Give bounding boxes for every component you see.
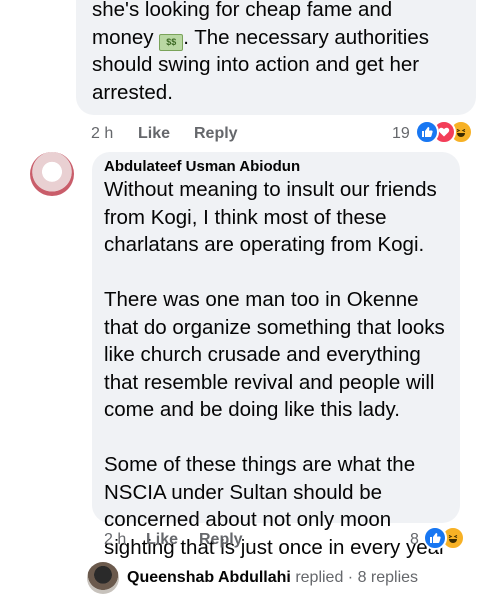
like-button[interactable]: Like: [146, 530, 178, 550]
comment-timestamp[interactable]: 2 h: [104, 530, 126, 550]
money-emoji-icon: $$: [159, 33, 184, 51]
comment-paragraph: Without meaning to insult our friends fr…: [104, 178, 437, 256]
like-button[interactable]: Like: [138, 124, 170, 144]
comment-paragraph: There was one man too in Okenne that do …: [104, 288, 445, 421]
reply-button[interactable]: Reply: [194, 124, 238, 144]
comment-text: she's looking for cheap fame and money $…: [92, 0, 466, 106]
comment-text-line: she's looking for cheap fame and: [92, 0, 393, 21]
view-replies-link[interactable]: Queenshab Abdullahi replied · 8 replies: [127, 567, 418, 589]
comment-timestamp[interactable]: 2 h: [91, 124, 113, 144]
comment-bubble: she's looking for cheap fame and money $…: [76, 0, 476, 115]
separator-dot: ·: [343, 569, 358, 586]
reply-author-name: Queenshab Abdullahi: [127, 569, 291, 586]
avatar[interactable]: [87, 562, 119, 594]
replied-text: replied: [290, 569, 344, 586]
reaction-count: 19: [392, 125, 410, 142]
avatar[interactable]: [30, 152, 74, 196]
like-reaction-icon: [415, 120, 439, 144]
comment-bubble: Abdulateef Usman Abiodun Without meaning…: [92, 152, 460, 559]
comment-text-segment: money: [92, 25, 160, 49]
comment-author[interactable]: Abdulateef Usman Abiodun: [104, 158, 300, 176]
reply-count: 8 replies: [357, 569, 419, 586]
reaction-count: 8: [410, 531, 419, 548]
reply-button[interactable]: Reply: [199, 530, 243, 550]
comment-text: Without meaning to insult our friends fr…: [104, 176, 456, 561]
like-reaction-icon: [423, 526, 447, 550]
